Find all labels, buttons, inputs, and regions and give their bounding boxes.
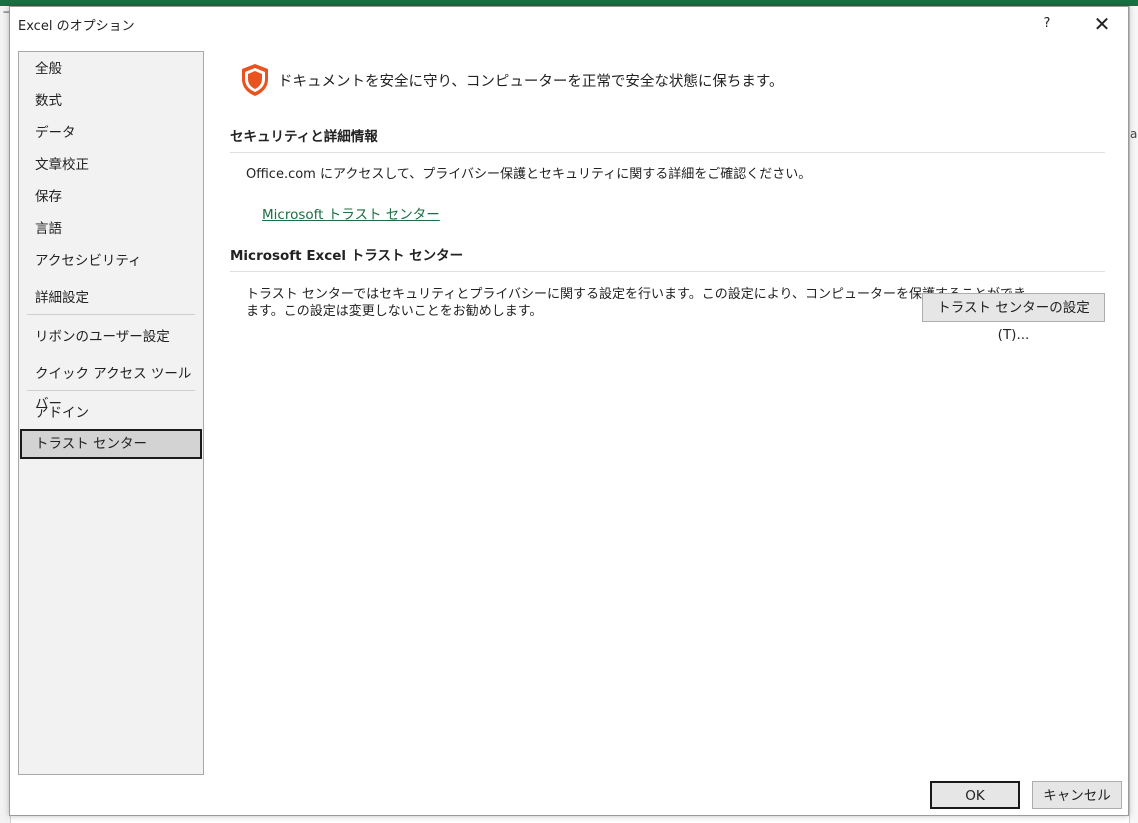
trust-center-section-title: Microsoft Excel トラスト センター xyxy=(230,248,464,264)
sidebar-item-accessibility[interactable]: アクセシビリティ xyxy=(20,246,202,276)
sidebar-item-quick-access-toolbar[interactable]: クイック アクセス ツール バー xyxy=(20,359,202,412)
shield-icon xyxy=(242,64,268,96)
sidebar-item-save[interactable]: 保存 xyxy=(20,182,202,212)
section-divider xyxy=(230,152,1105,153)
ok-button[interactable]: OK xyxy=(930,781,1020,809)
sidebar-item-advanced[interactable]: 詳細設定 xyxy=(20,283,202,313)
section-divider xyxy=(230,271,1105,272)
cancel-button[interactable]: キャンセル xyxy=(1032,781,1122,809)
sidebar-item-general[interactable]: 全般 xyxy=(20,54,202,84)
sidebar-item-language[interactable]: 言語 xyxy=(20,214,202,244)
help-button[interactable]: ? xyxy=(1036,13,1058,35)
security-section-title: セキュリティと詳細情報 xyxy=(230,129,378,145)
trust-center-settings-button[interactable]: トラスト センターの設定(T)... xyxy=(922,293,1105,343)
trust-center-description-line2: ます。この設定は変更しないことをお勧めします。 xyxy=(246,304,543,319)
options-sidebar: 全般 数式 データ 文章校正 保存 言語 アクセシビリティ 詳細設定 リボンのユ… xyxy=(18,51,204,775)
options-dialog: Excel のオプション ? ✕ 全般 数式 データ 文章校正 保存 言語 アク… xyxy=(9,6,1129,816)
security-description: Office.com にアクセスして、プライバシー保護とセキュリティに関する詳細… xyxy=(246,167,812,182)
sidebar-item-proofing[interactable]: 文章校正 xyxy=(20,150,202,180)
sidebar-item-trust-center[interactable]: トラスト センター xyxy=(20,429,202,459)
trust-center-description-line1: トラスト センターではセキュリティとプライバシーに関する設定を行います。この設定… xyxy=(246,287,1026,302)
trust-center-link[interactable]: Microsoft トラスト センター xyxy=(262,203,440,223)
dialog-title: Excel のオプション xyxy=(18,19,135,34)
background-glyph: a xyxy=(1130,127,1138,141)
sidebar-item-customize-ribbon[interactable]: リボンのユーザー設定 xyxy=(20,322,202,352)
headline-text: ドキュメントを安全に守り、コンピューターを正常で安全な状態に保ちます。 xyxy=(278,73,784,90)
sidebar-divider xyxy=(27,390,195,391)
close-icon[interactable]: ✕ xyxy=(1088,11,1116,37)
page-headline: ドキュメントを安全に守り、コンピューターを正常で安全な状態に保ちます。 xyxy=(240,63,783,97)
sidebar-divider xyxy=(27,314,195,315)
sidebar-item-addins[interactable]: アドイン xyxy=(20,398,202,428)
sidebar-item-data[interactable]: データ xyxy=(20,118,202,148)
sidebar-item-formulas[interactable]: 数式 xyxy=(20,86,202,116)
